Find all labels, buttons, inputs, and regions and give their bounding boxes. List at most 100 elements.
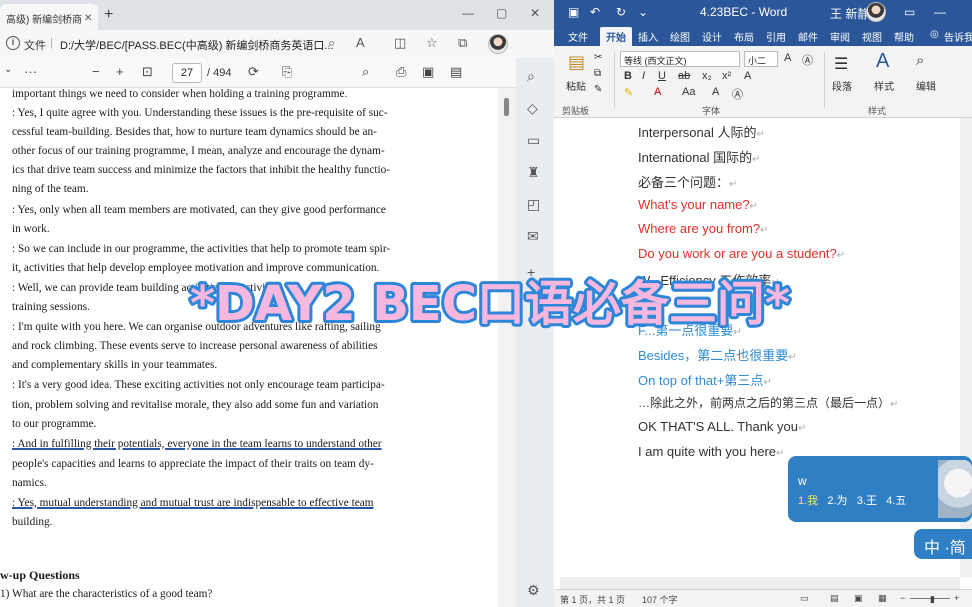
maximize-icon[interactable]: ▢: [496, 6, 507, 20]
print-icon[interactable]: ⎙: [396, 64, 406, 80]
focus-mode-icon[interactable]: ▭: [800, 593, 809, 604]
user-avatar[interactable]: [866, 2, 886, 22]
tab-references[interactable]: 引用: [766, 29, 786, 44]
undo-icon[interactable]: ↶: [590, 5, 600, 19]
tab-insert[interactable]: 插入: [638, 29, 658, 44]
doc-line[interactable]: Do you work or are you a student?↵: [638, 246, 845, 261]
briefcase-icon[interactable]: ▭: [527, 132, 540, 149]
page-number-input[interactable]: 27: [172, 63, 202, 83]
zoom-slider-thumb[interactable]: ▮: [930, 594, 935, 605]
change-case-icon[interactable]: Ⓐ: [802, 52, 813, 68]
search-icon[interactable]: ⌕: [362, 64, 369, 80]
web-layout-icon[interactable]: ▦: [878, 593, 887, 604]
subscript-icon[interactable]: x₂: [702, 70, 712, 82]
ribbon-display-icon[interactable]: ▭: [904, 5, 915, 19]
tab-review[interactable]: 审阅: [830, 29, 850, 44]
rotate-icon[interactable]: ⟳: [248, 64, 259, 80]
editing-button[interactable]: 编辑: [916, 78, 936, 93]
paragraph-icon[interactable]: ☰: [834, 54, 848, 74]
outlook-icon[interactable]: ✉: [527, 228, 539, 245]
zoom-in-icon[interactable]: +: [954, 593, 959, 603]
zoom-icon[interactable]: ⌕: [328, 35, 335, 51]
window-close-icon[interactable]: ✕: [530, 6, 540, 20]
address-url[interactable]: D:/大学/BEC/[PASS.BEC(中高级) 新编剑桥商务英语口...: [60, 37, 334, 53]
doc-line[interactable]: 必备三个问题：↵: [638, 172, 737, 191]
bold-icon[interactable]: B: [624, 70, 632, 82]
info-icon[interactable]: i: [6, 36, 20, 50]
minimize-icon[interactable]: —: [934, 5, 946, 19]
copy-icon[interactable]: ⧉: [594, 68, 601, 79]
ime-mode-badge[interactable]: 中 ·简: [914, 529, 972, 559]
new-tab-icon[interactable]: +: [104, 6, 113, 24]
text-effects-icon[interactable]: A: [744, 70, 751, 82]
superscript-icon[interactable]: x²: [722, 70, 731, 82]
paragraph-button[interactable]: 段落: [832, 78, 852, 93]
zoom-out-icon[interactable]: −: [92, 64, 100, 79]
status-page[interactable]: 第 1 页，共 1 页: [560, 593, 625, 606]
strikethrough-icon[interactable]: ab: [678, 70, 690, 82]
ime-candidate[interactable]: 4.五: [886, 495, 906, 507]
ime-candidate[interactable]: 2.为: [827, 495, 847, 507]
sidebar-toggle-icon[interactable]: ⌄: [4, 64, 12, 75]
doc-line[interactable]: …除此之外，前两点之后的第三点（最后一点）↵: [638, 394, 898, 411]
font-size-down-icon[interactable]: Aa: [682, 86, 695, 98]
read-aloud-icon[interactable]: A: [356, 35, 365, 50]
cut-icon[interactable]: ✂: [594, 52, 602, 63]
autosave-icon[interactable]: ▣: [568, 5, 579, 19]
tab-file[interactable]: 文件: [568, 29, 588, 44]
tab-layout[interactable]: 布局: [734, 29, 754, 44]
ime-candidate[interactable]: 1.我: [798, 495, 818, 507]
tab-design[interactable]: 设计: [702, 29, 722, 44]
save-as-icon[interactable]: ▤: [450, 64, 462, 80]
styles-button[interactable]: 样式: [874, 78, 894, 93]
user-name[interactable]: 王 新静: [830, 5, 869, 22]
browser-tab[interactable]: 高级) 新编剑桥商 ✕: [0, 4, 98, 30]
zoom-out-icon[interactable]: −: [900, 593, 905, 603]
read-mode-icon[interactable]: ▤: [830, 593, 839, 604]
print-layout-icon[interactable]: ▣: [854, 593, 863, 604]
profile-avatar[interactable]: [488, 34, 508, 54]
collections-icon[interactable]: ⧉: [458, 35, 467, 51]
more-icon[interactable]: ···: [24, 64, 37, 79]
paste-icon[interactable]: ▤: [568, 52, 585, 73]
font-color-icon[interactable]: A: [654, 86, 661, 98]
doc-line[interactable]: Besides，第二点也很重要↵: [638, 345, 797, 364]
tab-home[interactable]: 开始: [600, 27, 632, 46]
underline-icon[interactable]: U: [658, 70, 666, 82]
tab-draw[interactable]: 绘图: [670, 29, 690, 44]
highlight-icon[interactable]: ✎: [624, 86, 633, 99]
chess-icon[interactable]: ♜: [527, 164, 540, 181]
doc-line[interactable]: I am quite with you here↵: [638, 444, 784, 459]
styles-icon[interactable]: A: [876, 50, 889, 73]
shading-icon[interactable]: A: [712, 86, 719, 98]
doc-line[interactable]: What's your name?↵: [638, 197, 758, 212]
settings-icon[interactable]: ⚙: [527, 582, 540, 599]
tag-icon[interactable]: ◇: [527, 100, 538, 117]
fit-page-icon[interactable]: ⊡: [142, 64, 153, 80]
tell-me-input[interactable]: 告诉我: [944, 29, 972, 44]
close-tab-icon[interactable]: ✕: [84, 13, 92, 24]
customize-icon[interactable]: ⌄: [638, 5, 648, 19]
ime-candidate[interactable]: 3.王: [857, 495, 877, 507]
redo-icon[interactable]: ↻: [616, 5, 626, 19]
search-icon[interactable]: ⌕: [527, 68, 535, 85]
word-horizontal-scrollbar[interactable]: [560, 577, 960, 589]
tab-mailings[interactable]: 邮件: [798, 29, 818, 44]
zoom-in-icon[interactable]: +: [116, 64, 124, 79]
tab-view[interactable]: 视图: [862, 29, 882, 44]
pdf-scrollbar[interactable]: [498, 88, 516, 607]
find-icon[interactable]: ⌕: [916, 52, 924, 69]
office-icon[interactable]: ◰: [527, 196, 540, 213]
tab-help[interactable]: 帮助: [894, 29, 914, 44]
page-view-icon[interactable]: ⎘: [282, 64, 292, 80]
paste-button[interactable]: 粘贴: [566, 78, 586, 93]
doc-line[interactable]: Interpersonal 人际的↵: [638, 122, 765, 141]
grow-font-icon[interactable]: A: [784, 52, 791, 64]
format-painter-icon[interactable]: ✎: [594, 84, 602, 95]
doc-line[interactable]: OK THAT'S ALL. Thank you↵: [638, 419, 806, 434]
doc-line[interactable]: On top of that+第三点↵: [638, 370, 772, 389]
border-icon[interactable]: Ⓐ: [732, 86, 743, 102]
status-word-count[interactable]: 107 个字: [642, 593, 678, 606]
lightbulb-icon[interactable]: ◎: [930, 29, 939, 40]
minimize-icon[interactable]: —: [462, 6, 474, 20]
